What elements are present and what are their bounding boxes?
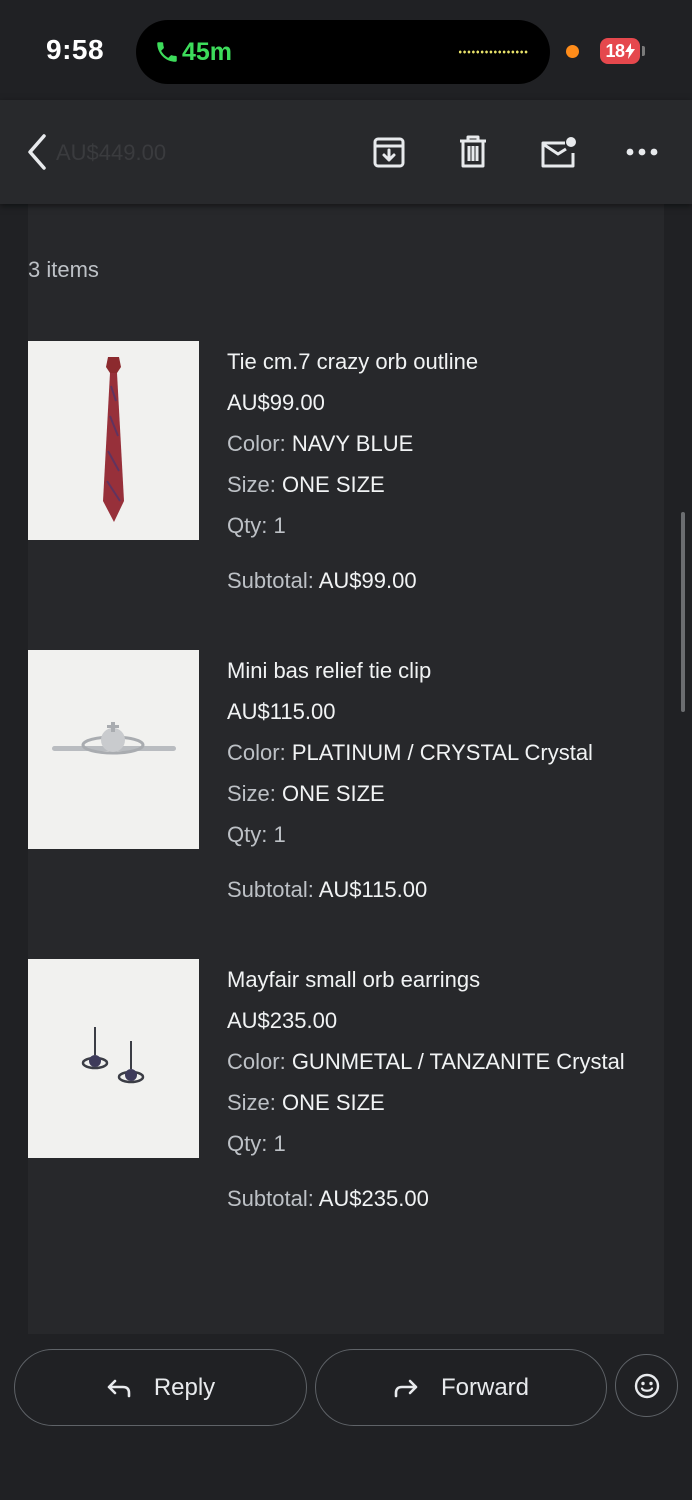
forward-label: Forward [440,1373,530,1401]
item-price: AU$99.00 [227,390,325,415]
mark-unread-icon [541,137,576,168]
more-options-button[interactable] [620,130,664,174]
size-label: Size: [227,781,276,806]
item-subtotal: AU$235.00 [318,1186,429,1211]
order-items-count: 3 items [28,257,99,282]
product-image-tie[interactable] [28,341,199,540]
color-label: Color: [227,740,286,765]
delete-button[interactable] [451,130,495,174]
subtotal-label: Subtotal: [227,568,314,593]
scrollbar-thumb[interactable] [681,512,685,712]
qty-label: Qty: [227,1131,268,1156]
status-time: 9:58 [46,34,105,65]
audio-waveform-icon [458,49,528,55]
item-size: ONE SIZE [282,472,385,497]
forward-arrow-icon [394,1379,418,1397]
item-subtotal: AU$115.00 [318,877,428,902]
qty-label: Qty: [227,513,268,538]
product-image-earrings[interactable] [28,959,199,1158]
item-qty: 1 [273,822,286,847]
reply-arrow-icon [107,1379,131,1397]
more-options-icon [626,148,658,156]
qty-label: Qty: [227,822,268,847]
size-label: Size: [227,1090,276,1115]
tie-image-icon [103,357,124,522]
item-qty: 1 [273,513,286,538]
battery-level: 18 [605,40,625,61]
item-price: AU$235.00 [227,1008,338,1033]
product-image-tie-clip[interactable] [28,650,199,849]
back-arrow-icon [28,134,46,170]
phone-call-icon [157,42,177,62]
archive-button[interactable] [367,130,411,174]
item-color: NAVY BLUE [291,431,414,456]
color-label: Color: [227,431,286,456]
archive-icon [373,137,405,168]
item-price: AU$115.00 [227,699,336,724]
bottom-action-bar: Reply Forward [0,1334,692,1500]
item-color: PLATINUM / CRYSTAL Crystal [291,740,593,765]
tie-clip-image-icon [52,722,176,755]
item-color: GUNMETAL / TANZANITE Crystal [291,1049,625,1074]
item-size: ONE SIZE [282,781,385,806]
reply-button[interactable]: Reply [14,1349,307,1426]
subtotal-label: Subtotal: [227,1186,314,1211]
call-duration: 45m [182,38,233,66]
item-name[interactable]: Mini bas relief tie clip [227,650,647,691]
back-button[interactable] [16,130,60,174]
forward-button[interactable]: Forward [315,1349,607,1426]
item-subtotal: AU$99.00 [318,568,417,593]
charging-bolt-icon [624,43,635,59]
mark-unread-button[interactable] [536,130,580,174]
item-details: Mini bas relief tie clip AU$115.00 Color… [227,650,647,910]
item-size: ONE SIZE [282,1090,385,1115]
status-bar: 9:58 45m 18 [0,0,692,100]
item-details: Mayfair small orb earrings AU$235.00 Col… [227,959,647,1219]
item-qty: 1 [273,1131,286,1156]
smiley-icon [634,1373,659,1398]
subtotal-label: Subtotal: [227,877,314,902]
battery-indicator: 18 [600,38,640,64]
underlying-amount-text: AU$449.00 [56,140,167,165]
email-top-app-bar: AU$449.00 [0,100,692,204]
color-label: Color: [227,1049,286,1074]
recording-indicator-icon [566,45,579,58]
battery-nub [642,46,645,56]
earrings-image-icon [81,1027,145,1084]
item-name[interactable]: Mayfair small orb earrings [227,959,647,1000]
email-body: 3 items Tie cm.7 crazy orb outline AU$99… [28,204,664,1334]
reply-label: Reply [153,1373,216,1401]
delete-icon [460,135,486,168]
item-name[interactable]: Tie cm.7 crazy orb outline [227,341,647,382]
size-label: Size: [227,472,276,497]
emoji-reaction-button[interactable] [615,1354,678,1417]
dynamic-island-call[interactable]: 45m [136,20,550,84]
item-details: Tie cm.7 crazy orb outline AU$99.00 Colo… [227,341,647,601]
